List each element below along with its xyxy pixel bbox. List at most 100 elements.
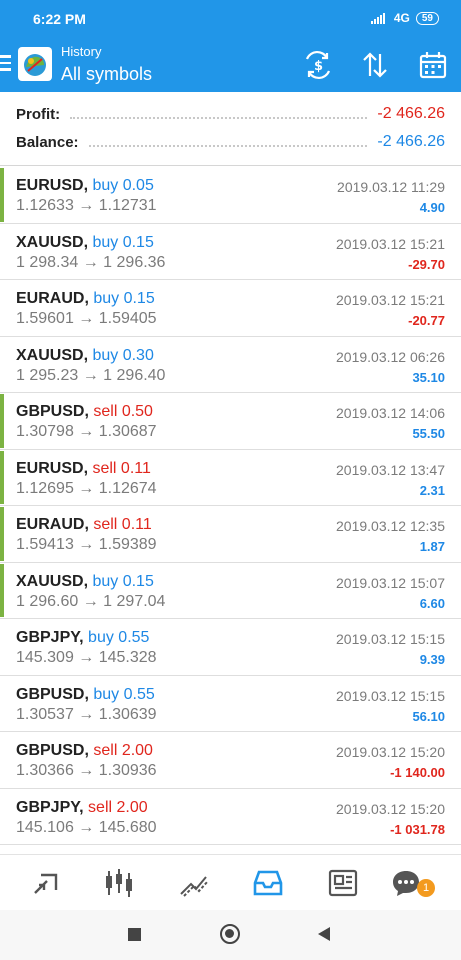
trade-time: 2019.03.12 11:29 — [337, 179, 445, 195]
trade-prices: 1.12633 → 1.12731 — [16, 197, 157, 214]
status-time: 6:22 PM — [33, 11, 86, 27]
trade-symbol: EURAUD, sell 0.11 — [16, 516, 152, 534]
trade-profit: 9.39 — [419, 652, 445, 667]
chart-icon[interactable] — [103, 867, 135, 899]
battery-icon: 59 — [415, 11, 439, 25]
trade-symbol: GBPJPY, sell 2.00 — [16, 799, 148, 817]
trade-symbol: EURUSD, buy 0.05 — [16, 177, 154, 195]
trade-side: buy 0.30 — [92, 346, 154, 364]
trade-row[interactable]: XAUUSD, buy 0.15 1 298.34 → 1 296.36 2019.… — [0, 224, 461, 280]
news-icon[interactable] — [327, 867, 359, 899]
signal-icon — [370, 12, 386, 24]
balance-label: Balance: — [16, 133, 79, 151]
history-icon[interactable] — [252, 867, 284, 899]
trade-side: buy 0.05 — [92, 177, 154, 194]
trade-row[interactable]: GBPJPY, buy 0.55 145.309 → 145.328 2019.03… — [0, 619, 461, 676]
trade-prices: 145.309 → 145.328 — [16, 649, 157, 666]
trade-profit: 56.10 — [412, 708, 445, 724]
trade-row[interactable]: EURUSD, buy 0.05 1.12633 → 1.12731 2019.03… — [0, 167, 461, 224]
trade-row[interactable]: GBPUSD, buy 0.55 1.30537 → 1.30639 2019.03… — [0, 676, 461, 732]
symbol-name: EURUSD, — [16, 177, 89, 194]
account-summary: Profit: -2 466.26 Balance: -2 466.26 — [0, 92, 461, 166]
trade-side: buy 0.15 — [92, 233, 154, 251]
trade-symbol: XAUUSD, buy 0.15 — [16, 573, 154, 591]
trade-time: 2019.03.12 13:47 — [336, 461, 445, 478]
dotted-leader — [88, 138, 368, 147]
trade-row[interactable]: GBPUSD, sell 0.50 1.30798 → 1.30687 2019.0… — [0, 393, 461, 450]
trade-row[interactable]: EURAUD, buy 0.15 1.59601 → 1.59405 2019.03… — [0, 280, 461, 337]
chat-badge: 1 — [417, 879, 435, 897]
trade-row[interactable]: EURAUD, sell 0.11 1.59413 → 1.59389 2019.0… — [0, 506, 461, 563]
trade-profit: 2.31 — [419, 482, 445, 498]
trade-prices: 1.30798 → 1.30687 — [16, 423, 157, 440]
sort-icon[interactable] — [360, 50, 390, 80]
balance-value: -2 466.26 — [377, 133, 445, 150]
trade-symbol: GBPUSD, sell 0.50 — [16, 403, 153, 421]
trade-time: 2019.03.12 15:15 — [336, 631, 445, 647]
calendar-icon[interactable] — [418, 50, 448, 80]
symbol-name: GBPUSD, — [16, 403, 89, 420]
trade-row[interactable]: GBPJPY, sell 2.00 145.106 → 145.680 2019.0… — [0, 789, 461, 845]
network-type: 4G — [393, 11, 410, 25]
symbol-name: GBPUSD, — [16, 742, 89, 759]
trade-profit: 6.60 — [419, 595, 445, 611]
symbol-name: GBPJPY, — [16, 798, 84, 816]
home-icon[interactable] — [220, 924, 240, 944]
trade-profit: 55.50 — [412, 426, 445, 441]
symbol-name: XAUUSD, — [16, 572, 89, 590]
app-bar: History All symbols $ — [0, 38, 461, 92]
trade-time: 2019.03.12 14:06 — [336, 405, 445, 421]
status-indicators: 4G 59 — [370, 11, 439, 25]
menu-icon[interactable] — [0, 55, 12, 73]
trade-time: 2019.03.12 15:21 — [336, 292, 445, 308]
trade-time: 2019.03.12 15:15 — [336, 687, 445, 704]
trade-prices: 1.30537 → 1.30639 — [16, 705, 157, 723]
trade-side: sell 0.11 — [93, 516, 152, 533]
trade-symbol: EURUSD, sell 0.11 — [16, 460, 151, 478]
trade-side: buy 0.55 — [93, 685, 155, 703]
trade-row[interactable]: EURUSD, sell 0.11 1.12695 → 1.12674 2019.0… — [0, 450, 461, 506]
profit-row: Profit: -2 466.26 — [16, 103, 445, 125]
trade-symbol: GBPJPY, buy 0.55 — [16, 629, 149, 647]
symbol-name: XAUUSD, — [16, 233, 89, 251]
trade-profit: -1 140.00 — [390, 765, 445, 780]
trade-profit: -1 031.78 — [390, 821, 445, 837]
trade-time: 2019.03.12 15:21 — [336, 235, 445, 252]
app-logo[interactable] — [18, 47, 52, 81]
trade-symbol: EURAUD, buy 0.15 — [16, 290, 155, 308]
symbol-name: XAUUSD, — [16, 346, 89, 364]
trade-side: sell 0.11 — [92, 459, 151, 477]
trade-time: 2019.03.12 15:20 — [336, 800, 445, 817]
trade-profit: 4.90 — [419, 200, 445, 215]
trade-prices: 145.106 → 145.680 — [16, 818, 157, 836]
symbol-name: EURAUD, — [16, 290, 89, 307]
symbol-name: GBPJPY, — [16, 629, 84, 646]
system-navigation — [0, 910, 461, 960]
quotes-icon[interactable] — [30, 867, 62, 899]
recents-icon[interactable] — [128, 928, 141, 941]
symbol-name: EURUSD, — [16, 459, 89, 477]
page-title[interactable]: All symbols — [61, 64, 152, 85]
symbol-filter-icon[interactable]: $ — [303, 50, 333, 80]
trade-side: buy 0.15 — [93, 290, 155, 307]
back-icon[interactable] — [318, 927, 330, 941]
trade-symbol: GBPUSD, buy 0.55 — [16, 686, 155, 704]
trade-symbol: XAUUSD, buy 0.30 — [16, 347, 154, 365]
trade-prices: 1 295.23 → 1 296.40 — [16, 366, 166, 384]
trade-row[interactable]: GBPUSD, sell 2.00 1.30366 → 1.30936 2019.0… — [0, 732, 461, 789]
trade-profit: 35.10 — [412, 369, 445, 385]
trade-row[interactable]: XAUUSD, buy 0.15 1 296.60 → 1 297.04 2019.… — [0, 563, 461, 619]
profit-label: Profit: — [16, 105, 61, 123]
balance-row: Balance: -2 466.26 — [16, 131, 445, 153]
trade-row[interactable]: XAUUSD, buy 0.30 1 295.23 → 1 296.40 2019.… — [0, 337, 461, 393]
trade-profit: -20.77 — [408, 313, 445, 328]
trade-prices: 1.59413 → 1.59389 — [16, 536, 157, 553]
trade-side: buy 0.15 — [92, 572, 154, 590]
trade-time: 2019.03.12 15:07 — [336, 574, 445, 591]
trade-time: 2019.03.12 12:35 — [336, 518, 445, 534]
svg-text:$: $ — [314, 59, 323, 74]
dotted-leader — [70, 110, 368, 119]
trade-icon[interactable] — [178, 867, 210, 899]
trade-side: sell 2.00 — [88, 798, 148, 816]
trade-profit: -29.70 — [408, 256, 445, 272]
